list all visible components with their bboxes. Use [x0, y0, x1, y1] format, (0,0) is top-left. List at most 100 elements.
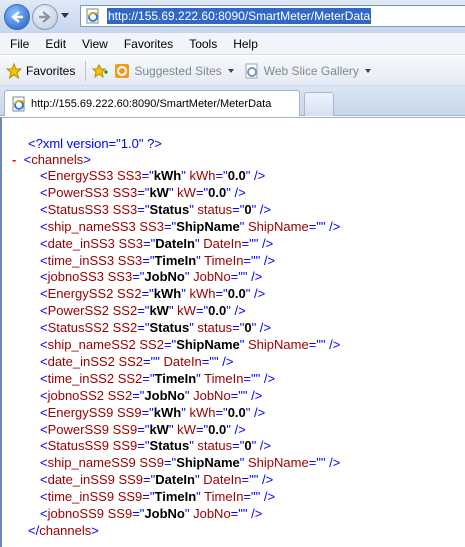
xml-open-bracket: < — [40, 438, 48, 454]
xml-attr-value: 0.0 — [227, 286, 246, 302]
address-bar[interactable]: http://155.69.222.60:8090/SmartMeter/Met… — [80, 5, 465, 27]
xml-attr-name: JobNo — [193, 387, 231, 403]
xml-attr-quote: " — [168, 303, 178, 319]
new-tab-button[interactable] — [304, 92, 334, 116]
menu-favorites[interactable]: Favorites — [124, 37, 173, 51]
suggested-sites-label: Suggested Sites — [134, 63, 222, 78]
xml-element-name: ship_nameSS3 — [47, 218, 136, 234]
xml-open-bracket: < — [40, 421, 48, 437]
menu-file[interactable]: File — [10, 37, 29, 51]
xml-attr-quote: " — [194, 472, 204, 488]
forward-button[interactable] — [32, 4, 58, 30]
xml-element-name: jobnoSS9 — [47, 506, 104, 521]
add-favorite-icon[interactable] — [92, 63, 109, 79]
forward-arrow-icon — [39, 11, 51, 23]
xml-attr-eq: =" — [308, 455, 321, 471]
xml-attr-name: SS2 — [139, 337, 164, 352]
xml-self-close: /> — [259, 320, 272, 336]
xml-attr-quote: " — [251, 438, 260, 454]
xml-element-name: time_inSS2 — [47, 370, 115, 386]
xml-open-bracket: < — [40, 303, 48, 319]
xml-attr-eq: =" — [230, 506, 243, 521]
xml-element-name: date_inSS9 — [47, 472, 115, 488]
back-button[interactable] — [4, 4, 30, 30]
xml-attr-value: JobNo — [144, 269, 185, 285]
xml-attr-eq: =" — [141, 168, 154, 183]
xml-attr-name: kW — [177, 184, 196, 200]
recent-pages-dropdown[interactable] — [61, 13, 69, 18]
xml-attr-quote: " — [168, 184, 178, 200]
xml-attr-value: Status — [149, 201, 190, 217]
xml-element-line: <jobnoSS2 SS2="JobNo" JobNo="" /> — [40, 388, 262, 404]
web-slice-gallery-link[interactable]: Web Slice Gallery — [244, 63, 371, 79]
web-slice-gallery-label: Web Slice Gallery — [263, 63, 359, 78]
xml-open-bracket: < — [40, 404, 48, 420]
xml-attr-eq: =" — [195, 184, 209, 200]
xml-attr-eq: =" — [142, 489, 155, 505]
menu-bar: File Edit View Favorites Tools Help — [0, 33, 465, 55]
xml-element-line: <ship_nameSS3 SS3="ShipName" ShipName=""… — [40, 219, 340, 235]
xml-element-name: StatusSS9 — [47, 438, 110, 454]
xml-attr-name: TimeIn — [204, 489, 244, 505]
xml-element-name: StatusSS3 — [47, 201, 110, 217]
xml-declaration: <?xml version="1.0" ?> — [28, 136, 162, 152]
xml-element-name: date_inSS2 — [47, 353, 115, 369]
xml-attr-name: kWh — [189, 286, 216, 302]
xml-self-close: /> — [329, 337, 341, 352]
xml-attr-name: SS3 — [139, 218, 164, 234]
xml-attr-name: SS9 — [107, 506, 133, 521]
xml-attr-value: ShipName — [176, 337, 240, 352]
menu-tools[interactable]: Tools — [189, 37, 217, 51]
xml-attr-name: JobNo — [193, 506, 231, 521]
xml-element-name: EnergySS3 — [47, 168, 114, 183]
xml-element-line: <date_inSS3 SS3="DateIn" DateIn="" /> — [40, 236, 273, 252]
root-open-tag: channels — [31, 152, 84, 167]
xml-attr-value: ShipName — [176, 455, 240, 471]
xml-attr-quote: " — [214, 353, 223, 369]
xml-attr-quote: " — [255, 489, 264, 505]
xml-attr-eq: =" — [137, 438, 150, 454]
xml-attr-quote: " — [251, 320, 260, 336]
suggested-sites-icon — [115, 63, 130, 78]
xml-open-bracket: < — [40, 168, 48, 183]
xml-attr-quote: " — [245, 168, 254, 183]
collapse-toggle[interactable]: - — [12, 152, 16, 167]
tab-title: http://155.69.222.60:8090/SmartMeter/Met… — [31, 97, 272, 110]
xml-attr-name: kW — [177, 421, 196, 437]
xml-element-name: ship_nameSS9 — [47, 455, 136, 471]
xml-element-line: <StatusSS9 SS9="Status" status="0" /> — [40, 438, 271, 454]
xml-attr-value: JobNo — [144, 506, 185, 521]
xml-open-bracket: < — [40, 320, 48, 336]
menu-edit[interactable]: Edit — [45, 37, 66, 51]
xml-attr-name: SS9 — [117, 489, 143, 505]
xml-self-close: /> — [251, 387, 263, 403]
favorites-separator — [85, 60, 87, 81]
xml-attr-quote: " — [196, 489, 205, 505]
url-input[interactable]: http://155.69.222.60:8090/SmartMeter/Met… — [107, 8, 372, 24]
xml-open-bracket: < — [40, 269, 48, 285]
root-open-bracket-end: > — [83, 152, 91, 167]
xml-element-line: <StatusSS3 SS3="Status" status="0" /> — [40, 202, 271, 218]
tab-meterdata[interactable]: http://155.69.222.60:8090/SmartMeter/Met… — [4, 90, 300, 116]
web-slice-dropdown-icon — [364, 68, 371, 73]
xml-self-close: /> — [261, 235, 274, 251]
xml-attr-quote: " — [253, 235, 262, 251]
favorites-button[interactable]: Favorites — [26, 64, 75, 78]
xml-attr-name: DateIn — [203, 472, 242, 488]
suggested-sites-link[interactable]: Suggested Sites — [114, 63, 234, 79]
xml-attr-eq: =" — [137, 201, 150, 217]
xml-attr-eq: =" — [215, 168, 228, 183]
xml-attr-value: Status — [149, 438, 190, 454]
menu-help[interactable]: Help — [233, 37, 258, 51]
xml-attr-name: status — [197, 201, 233, 217]
xml-attr-value: 0.0 — [227, 404, 246, 420]
xml-attr-value: kWh — [153, 168, 182, 183]
menu-view[interactable]: View — [82, 37, 108, 51]
xml-attr-quote: " — [251, 201, 260, 217]
xml-attr-value: kWh — [153, 286, 182, 302]
xml-attr-name: SS9 — [139, 455, 164, 471]
xml-attr-value: 0.0 — [227, 168, 246, 183]
xml-element-name: jobnoSS3 — [47, 269, 104, 285]
xml-document-view: <?xml version="1.0" ?> - <channels> <Ene… — [0, 117, 465, 547]
xml-attr-name: SS9 — [112, 421, 138, 437]
